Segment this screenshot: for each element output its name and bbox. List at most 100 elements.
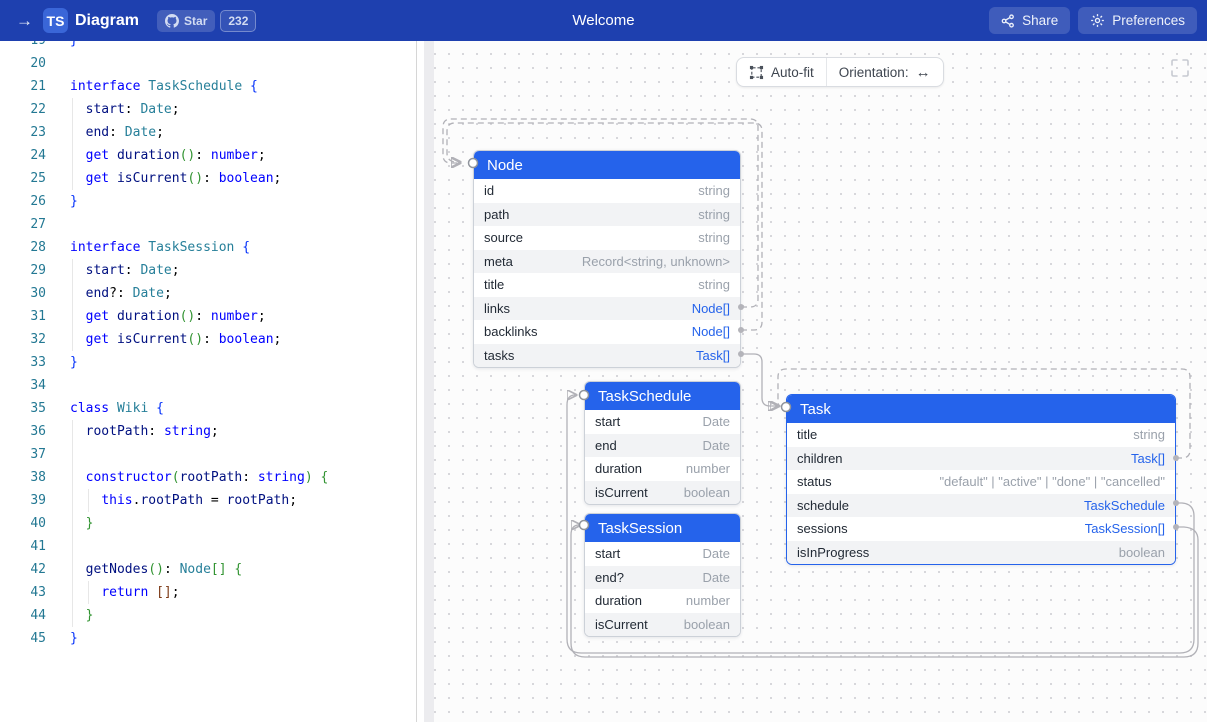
field-type-link[interactable]: Task[] bbox=[1131, 451, 1165, 466]
line-number: 37 bbox=[0, 443, 46, 466]
entity-tasksession[interactable]: TaskSessionstartDateend?Datedurationnumb… bbox=[584, 513, 741, 637]
code-text: } bbox=[70, 604, 93, 627]
code-line[interactable]: 41 bbox=[0, 535, 416, 558]
entity-row: tasks Task[] bbox=[474, 344, 740, 368]
field-name: title bbox=[797, 427, 817, 442]
collapse-panel-arrow-icon[interactable]: → bbox=[16, 11, 33, 31]
auto-fit-label: Auto-fit bbox=[771, 65, 814, 80]
line-number: 43 bbox=[0, 581, 46, 604]
code-editor[interactable]: 19}2021 interface TaskSchedule {22 start:… bbox=[0, 41, 417, 722]
code-text: return []; bbox=[70, 581, 180, 604]
github-icon bbox=[165, 14, 179, 28]
entity-node[interactable]: NodeidstringpathstringsourcestringmetaRe… bbox=[473, 150, 741, 368]
code-line[interactable]: 21 interface TaskSchedule { bbox=[0, 75, 416, 98]
field-type-link[interactable]: Node[] bbox=[692, 324, 730, 339]
field-name: meta bbox=[484, 254, 513, 269]
code-text: getNodes(): Node[] { bbox=[70, 558, 242, 581]
code-line[interactable]: 31 get duration(): number; bbox=[0, 305, 416, 328]
preferences-label: Preferences bbox=[1112, 13, 1185, 28]
entity-title: Task bbox=[787, 395, 1175, 423]
entity-row: metaRecord<string, unknown> bbox=[474, 250, 740, 274]
line-number: 45 bbox=[0, 627, 46, 650]
field-type: string bbox=[698, 230, 730, 245]
field-name: isInProgress bbox=[797, 545, 869, 560]
field-name: title bbox=[484, 277, 504, 292]
fullscreen-icon[interactable] bbox=[1170, 58, 1190, 78]
line-number: 21 bbox=[0, 75, 46, 98]
code-line[interactable]: 34 bbox=[0, 374, 416, 397]
code-line[interactable]: 38 constructor(rootPath: string) { bbox=[0, 466, 416, 489]
line-number: 42 bbox=[0, 558, 46, 581]
code-line[interactable]: 36 rootPath: string; bbox=[0, 420, 416, 443]
preferences-button[interactable]: Preferences bbox=[1078, 7, 1197, 34]
code-line[interactable]: 35class Wiki { bbox=[0, 397, 416, 420]
code-text: interface TaskSchedule { bbox=[70, 75, 258, 98]
orientation-button[interactable]: Orientation: ↔ bbox=[827, 58, 943, 86]
field-type: boolean bbox=[684, 485, 730, 500]
code-text: get duration(): number; bbox=[70, 305, 266, 328]
panel-resizer[interactable] bbox=[417, 41, 434, 722]
code-line[interactable]: 33} bbox=[0, 351, 416, 374]
entity-row: titlestring bbox=[787, 423, 1175, 447]
entity-row: titlestring bbox=[474, 273, 740, 297]
code-line[interactable]: 45} bbox=[0, 627, 416, 650]
code-line[interactable]: 19} bbox=[0, 41, 416, 52]
code-line[interactable]: 23 end: Date; bbox=[0, 121, 416, 144]
github-star-widget[interactable]: Star 232 bbox=[157, 10, 256, 32]
field-name: duration bbox=[595, 461, 642, 476]
code-line[interactable]: 26} bbox=[0, 190, 416, 213]
code-line[interactable]: 27 bbox=[0, 213, 416, 236]
code-line[interactable]: 25 get isCurrent(): boolean; bbox=[0, 167, 416, 190]
field-name: children bbox=[797, 451, 843, 466]
gear-icon bbox=[1090, 13, 1105, 28]
code-line[interactable]: 39 this.rootPath = rootPath; bbox=[0, 489, 416, 512]
code-line[interactable]: 40 } bbox=[0, 512, 416, 535]
code-text: get duration(): number; bbox=[70, 144, 266, 167]
code-line[interactable]: 22 start: Date; bbox=[0, 98, 416, 121]
code-line[interactable]: 20 bbox=[0, 52, 416, 75]
entity-row: durationnumber bbox=[585, 457, 740, 481]
code-line[interactable]: 44 } bbox=[0, 604, 416, 627]
field-type-link[interactable]: Task[] bbox=[696, 348, 730, 363]
code-text: get isCurrent(): boolean; bbox=[70, 328, 281, 351]
line-number: 41 bbox=[0, 535, 46, 558]
field-type: string bbox=[698, 207, 730, 222]
entity-taskschedule[interactable]: TaskSchedulestartDateendDatedurationnumb… bbox=[584, 381, 741, 505]
field-type: Date bbox=[703, 570, 730, 585]
star-label: Star bbox=[184, 14, 207, 28]
code-line[interactable]: 42 getNodes(): Node[] { bbox=[0, 558, 416, 581]
field-name: isCurrent bbox=[595, 617, 648, 632]
code-line[interactable]: 30 end?: Date; bbox=[0, 282, 416, 305]
code-text: } bbox=[70, 351, 78, 374]
line-number: 33 bbox=[0, 351, 46, 374]
field-type-link[interactable]: TaskSchedule bbox=[1084, 498, 1165, 513]
diagram-canvas[interactable]: NodeidstringpathstringsourcestringmetaRe… bbox=[434, 41, 1207, 722]
code-text: } bbox=[70, 190, 78, 213]
star-count-badge: 232 bbox=[220, 10, 256, 32]
auto-fit-button[interactable]: Auto-fit bbox=[737, 58, 826, 86]
code-text: } bbox=[70, 512, 93, 535]
code-line[interactable]: 43 return []; bbox=[0, 581, 416, 604]
diagram-toolbar: Auto-fit Orientation: ↔ bbox=[736, 57, 944, 87]
field-name: tasks bbox=[484, 348, 514, 363]
field-name: start bbox=[595, 546, 620, 561]
line-number: 39 bbox=[0, 489, 46, 512]
entity-row: endDate bbox=[585, 434, 740, 458]
code-line[interactable]: 24 get duration(): number; bbox=[0, 144, 416, 167]
code-line[interactable]: 28interface TaskSession { bbox=[0, 236, 416, 259]
code-line[interactable]: 32 get isCurrent(): boolean; bbox=[0, 328, 416, 351]
share-button[interactable]: Share bbox=[989, 7, 1070, 34]
code-text: interface TaskSession { bbox=[70, 236, 250, 259]
orientation-horizontal-icon: ↔ bbox=[916, 64, 931, 81]
field-type-link[interactable]: TaskSession[] bbox=[1085, 521, 1165, 536]
field-name: source bbox=[484, 230, 523, 245]
line-number: 26 bbox=[0, 190, 46, 213]
field-type-link[interactable]: Node[] bbox=[692, 301, 730, 316]
code-text: rootPath: string; bbox=[70, 420, 219, 443]
topbar: → TS Diagram Star 232 Welcome Share Pref… bbox=[0, 0, 1207, 41]
entity-title: TaskSchedule bbox=[585, 382, 740, 410]
code-line[interactable]: 37 bbox=[0, 443, 416, 466]
entity-task[interactable]: TasktitlestringchildrenTask[]status"defa… bbox=[786, 394, 1176, 565]
code-line[interactable]: 29 start: Date; bbox=[0, 259, 416, 282]
line-number: 31 bbox=[0, 305, 46, 328]
